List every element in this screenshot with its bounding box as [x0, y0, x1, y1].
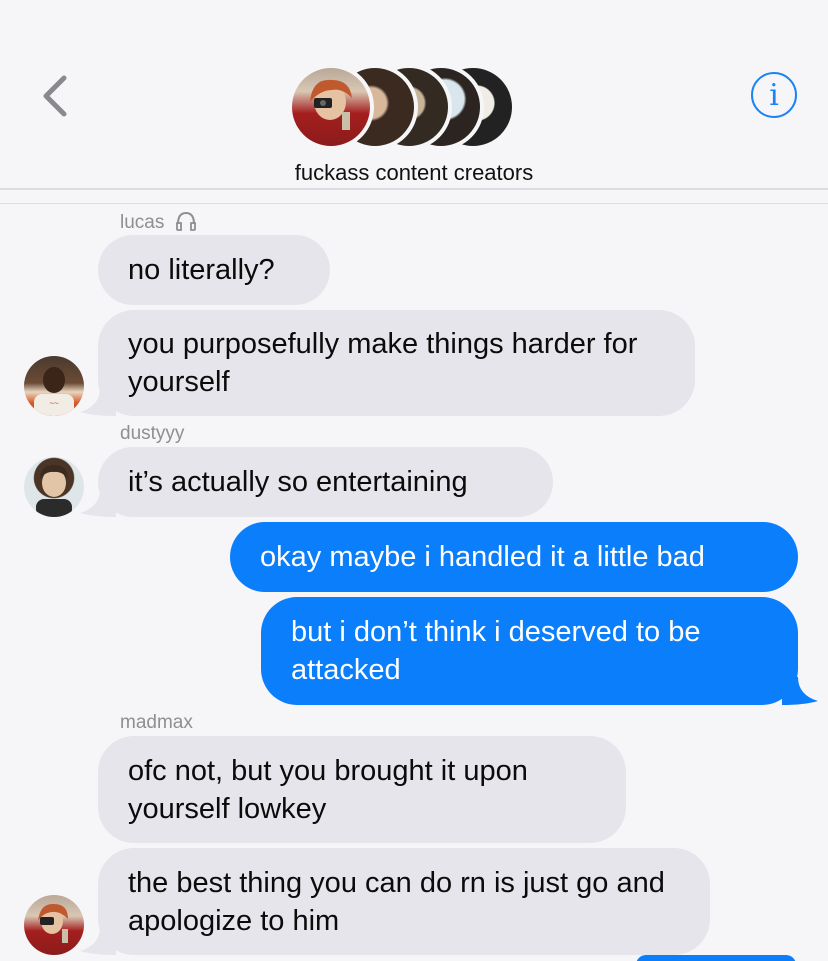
sender-name: dustyyy: [120, 423, 185, 444]
message-text: ofc not, but you brought it upon yoursel…: [128, 754, 528, 825]
svg-text:~~: ~~: [49, 399, 59, 408]
chat-header: i fuckass content creators: [0, 0, 828, 190]
header-divider: [0, 203, 828, 204]
chevron-left-icon: [43, 75, 67, 117]
sender-label: lucas: [120, 212, 165, 233]
message-text: okay maybe i handled it a little bad: [260, 541, 705, 573]
message-bubble[interactable]: it’s actually so entertaining: [98, 447, 553, 517]
message-bubble[interactable]: okay maybe i handled it a little bad: [230, 522, 798, 592]
message-bubble[interactable]: you purposefully make things harder for …: [98, 310, 695, 416]
headphones-icon: [175, 211, 196, 231]
bubble-tail: [782, 677, 818, 705]
group-avatar-stack[interactable]: [288, 64, 528, 150]
message-text: the best thing you can do rn is just go …: [128, 866, 665, 937]
back-button[interactable]: [38, 72, 72, 120]
message-bubble[interactable]: the best thing you can do rn is just go …: [98, 848, 710, 955]
chat-screen: i fuckass content creators lucas no lite…: [0, 0, 828, 961]
bubble-tail: [80, 388, 116, 416]
info-icon: i: [769, 77, 779, 113]
sender-name: madmax: [120, 712, 193, 733]
sender-name: lucas: [120, 210, 198, 234]
group-name[interactable]: fuckass content creators: [0, 160, 828, 186]
message-bubble[interactable]: ofc not, but you brought it upon yoursel…: [98, 736, 626, 843]
message-bubble[interactable]: no literally?: [98, 235, 330, 305]
lucas-avatar[interactable]: ~~: [24, 356, 84, 416]
dustyyy-avatar[interactable]: [24, 457, 84, 517]
message-text: you purposefully make things harder for …: [128, 328, 638, 398]
bubble-tail: [80, 927, 116, 955]
message-text: no literally?: [128, 254, 275, 286]
message-text: but i don’t think i deserved to be attac…: [291, 616, 701, 686]
message-text: it’s actually so entertaining: [128, 466, 468, 498]
madmax-avatar[interactable]: [24, 895, 84, 955]
info-button[interactable]: i: [751, 72, 797, 118]
message-bubble-partial[interactable]: [636, 955, 796, 961]
message-bubble[interactable]: but i don’t think i deserved to be attac…: [261, 597, 798, 705]
bubble-tail: [80, 489, 116, 517]
group-main-avatar: [288, 64, 374, 150]
